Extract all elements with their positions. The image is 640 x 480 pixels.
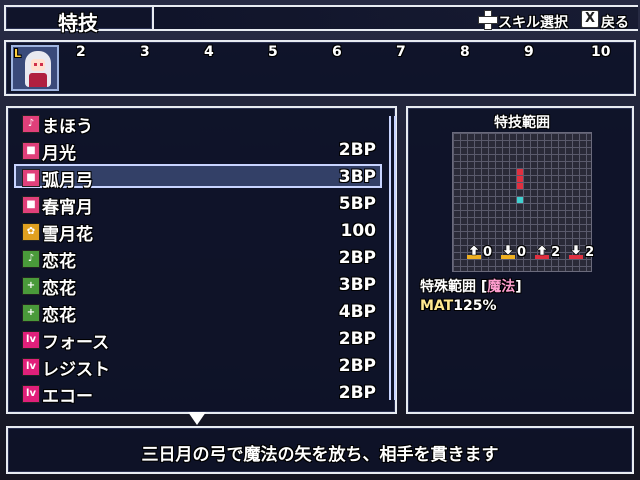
skill-cost: 5BP — [338, 194, 376, 214]
skill-select-hint: スキル選択 — [478, 6, 568, 32]
skill-row[interactable]: lv エコー 2BP — [18, 380, 386, 407]
elevation-down-indicator: 0 — [500, 244, 526, 260]
skill-row[interactable]: + 恋花 3BP — [18, 272, 386, 299]
skill-row[interactable]: lv フォース 2BP — [18, 326, 386, 353]
range-cell — [517, 176, 523, 182]
elevation-value: 2 — [585, 244, 595, 260]
title-box: 特技 — [4, 5, 154, 35]
skill-row[interactable]: + 恋花 4BP — [18, 299, 386, 326]
skill-cost: 100 — [340, 221, 377, 241]
elevation-up-indicator: 0 — [466, 244, 492, 260]
slot-letter: L — [14, 47, 22, 60]
range-cell — [517, 197, 523, 203]
skill-cost: 2BP — [338, 356, 376, 376]
party-slot-4[interactable]: 4 — [204, 44, 214, 60]
description-box: 三日月の弓で魔法の矢を放ち、相手を貫きます — [6, 426, 634, 474]
skill-name: エコー — [42, 387, 93, 407]
back-label: 戻る — [601, 15, 629, 31]
green-plus-icon: + — [22, 304, 40, 322]
range-type-value: 魔法 — [487, 279, 516, 295]
range-panel: 特技範囲 0 0 2 2 特殊範囲 [魔法] MAT125% — [406, 106, 634, 414]
level-icon: lv — [22, 331, 40, 349]
range-cell — [517, 169, 523, 175]
skill-name: 恋花 — [42, 252, 76, 272]
party-slot-8[interactable]: 8 — [460, 44, 470, 60]
party-slot-6[interactable]: 6 — [332, 44, 342, 60]
skill-name: まほう — [42, 117, 93, 137]
skill-description: 三日月の弓で魔法の矢を放ち、相手を貫きます — [141, 445, 499, 465]
pink-square-icon: ■ — [22, 142, 40, 160]
range-mat: MAT125% — [420, 298, 497, 314]
pink-square-icon: ■ — [22, 196, 40, 214]
party-slot-2[interactable]: 2 — [76, 44, 86, 60]
skill-name: 雪月花 — [42, 225, 93, 245]
skill-row[interactable]: ♪ 恋花 2BP — [18, 245, 386, 272]
elevation-value: 0 — [517, 244, 527, 260]
skill-cost: 2BP — [338, 248, 376, 268]
skill-cost: 3BP — [338, 275, 376, 295]
arrow-up-icon — [467, 244, 481, 259]
party-slot-5[interactable]: 5 — [268, 44, 278, 60]
skill-name: 弧月弓 — [42, 171, 93, 191]
character-portrait-icon — [25, 51, 51, 87]
party-slot-7[interactable]: 7 — [396, 44, 406, 60]
skill-row[interactable]: ♪ まほう — [18, 110, 386, 137]
skill-name: 春宵月 — [42, 198, 93, 218]
page-title: 特技 — [58, 11, 98, 35]
mat-label: MAT — [420, 298, 454, 314]
skill-cost: 2BP — [338, 383, 376, 403]
range-type-close: ] — [515, 279, 522, 295]
elevation-arrows: 0 0 2 2 — [466, 244, 594, 260]
range-type-label: 特殊範囲 [ — [420, 279, 488, 295]
skill-cost: 2BP — [338, 140, 376, 160]
skill-row[interactable]: ■ 月光 2BP — [18, 137, 386, 164]
green-note-icon: ♪ — [22, 250, 40, 268]
skill-cost: 2BP — [338, 329, 376, 349]
skill-cost: 4BP — [338, 302, 376, 322]
range-cell — [517, 183, 523, 189]
party-slot-9[interactable]: 9 — [524, 44, 534, 60]
skill-row[interactable]: lv レジスト 2BP — [18, 353, 386, 380]
back-hint[interactable]: X 戻る — [581, 6, 629, 32]
pink-square-icon: ■ — [22, 169, 40, 187]
x-button-icon: X — [581, 10, 599, 28]
skill-name: 恋花 — [42, 306, 76, 326]
skill-name: レジスト — [42, 360, 110, 380]
skill-row[interactable]: ■ 春宵月 5BP — [18, 191, 386, 218]
flower-icon: ✿ — [22, 223, 40, 241]
skill-name: 月光 — [42, 144, 76, 164]
skill-row[interactable]: ■ 弧月弓 3BP — [18, 164, 386, 191]
party-slot-3[interactable]: 3 — [140, 44, 150, 60]
elevation-value: 0 — [483, 244, 493, 260]
range-title: 特技範囲 — [494, 115, 550, 131]
party-row: L 2 3 4 5 6 7 8 9 10 — [4, 40, 636, 96]
elevation-up-indicator: 2 — [534, 244, 560, 260]
scrollbar[interactable] — [388, 110, 398, 406]
level-icon: lv — [22, 358, 40, 376]
party-slot-10[interactable]: 10 — [591, 44, 610, 60]
skill-name: フォース — [42, 333, 110, 353]
scroll-down-arrow-icon — [188, 412, 206, 425]
arrow-up-icon — [535, 244, 550, 259]
magic-category-icon: ♪ — [22, 115, 40, 133]
arrow-down-icon — [569, 244, 584, 259]
elevation-value: 2 — [551, 244, 561, 260]
skill-name: 恋花 — [42, 279, 76, 299]
skill-cost: 3BP — [338, 167, 376, 187]
party-slot-1[interactable]: L — [11, 45, 59, 91]
green-plus-icon: + — [22, 277, 40, 295]
elevation-down-indicator: 2 — [568, 244, 594, 260]
skill-row[interactable]: ✿ 雪月花 100 — [18, 218, 386, 245]
arrow-down-icon — [501, 244, 516, 259]
dpad-icon — [478, 10, 498, 30]
range-type: 特殊範囲 [魔法] — [420, 276, 522, 296]
skill-select-label: スキル選択 — [498, 15, 568, 31]
mat-value: 125% — [453, 298, 497, 314]
level-icon: lv — [22, 385, 40, 403]
